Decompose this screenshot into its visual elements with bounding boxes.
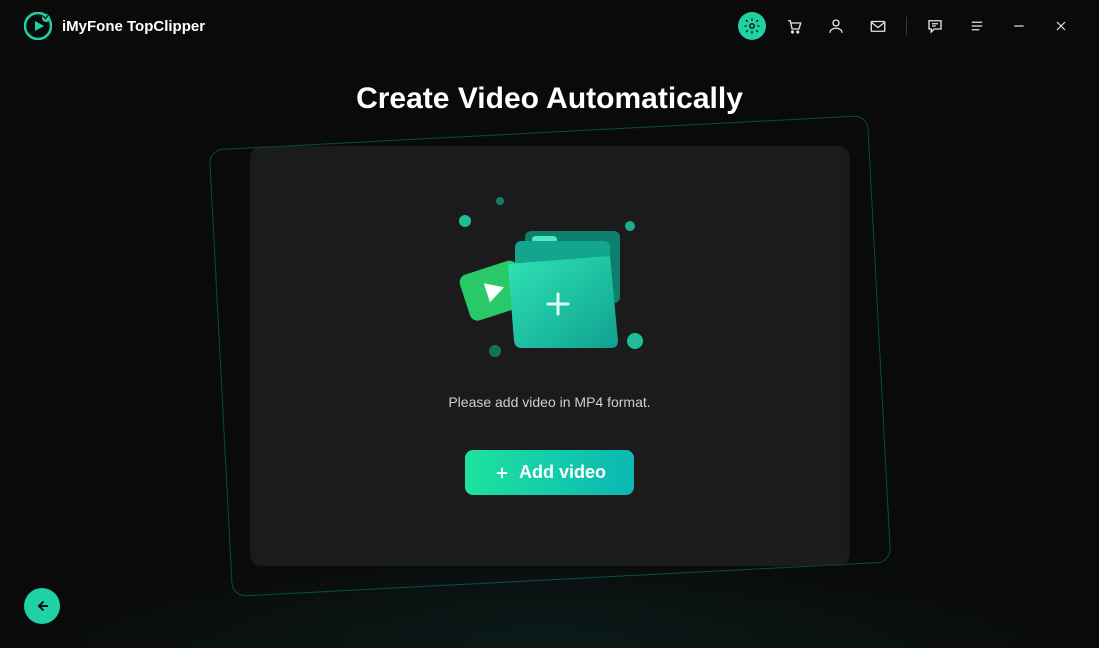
folder-illustration	[430, 176, 670, 376]
add-video-label: Add video	[519, 462, 606, 483]
feedback-button[interactable]	[921, 12, 949, 40]
minimize-icon	[1011, 18, 1027, 34]
feedback-icon	[926, 17, 944, 35]
mail-button[interactable]	[864, 12, 892, 40]
main-content: Create Video Automatically	[0, 52, 1099, 566]
background-waves	[0, 557, 1099, 648]
dropzone-wrap: Please add video in MP4 format. Add vide…	[250, 146, 850, 566]
minimize-button[interactable]	[1005, 12, 1033, 40]
user-button[interactable]	[822, 12, 850, 40]
add-video-button[interactable]: Add video	[465, 450, 634, 495]
brand: iMyFone TopClipper	[24, 12, 205, 40]
settings-button[interactable]	[738, 12, 766, 40]
back-arrow-icon	[33, 597, 51, 615]
cart-icon	[785, 17, 803, 35]
header-divider	[906, 17, 907, 35]
close-button[interactable]	[1047, 12, 1075, 40]
mail-icon	[869, 17, 887, 35]
cart-button[interactable]	[780, 12, 808, 40]
settings-icon	[743, 17, 761, 35]
brand-logo-icon	[24, 12, 52, 40]
menu-button[interactable]	[963, 12, 991, 40]
user-icon	[827, 17, 845, 35]
close-icon	[1053, 18, 1069, 34]
menu-icon	[968, 17, 986, 35]
header-actions	[738, 12, 1075, 40]
dropzone-hint: Please add video in MP4 format.	[448, 394, 650, 410]
back-button[interactable]	[24, 588, 60, 624]
titlebar: iMyFone TopClipper	[0, 0, 1099, 52]
page-title: Create Video Automatically	[356, 82, 743, 116]
plus-icon	[493, 464, 511, 482]
brand-name: iMyFone TopClipper	[62, 18, 205, 35]
dropzone-card[interactable]: Please add video in MP4 format. Add vide…	[250, 146, 850, 566]
